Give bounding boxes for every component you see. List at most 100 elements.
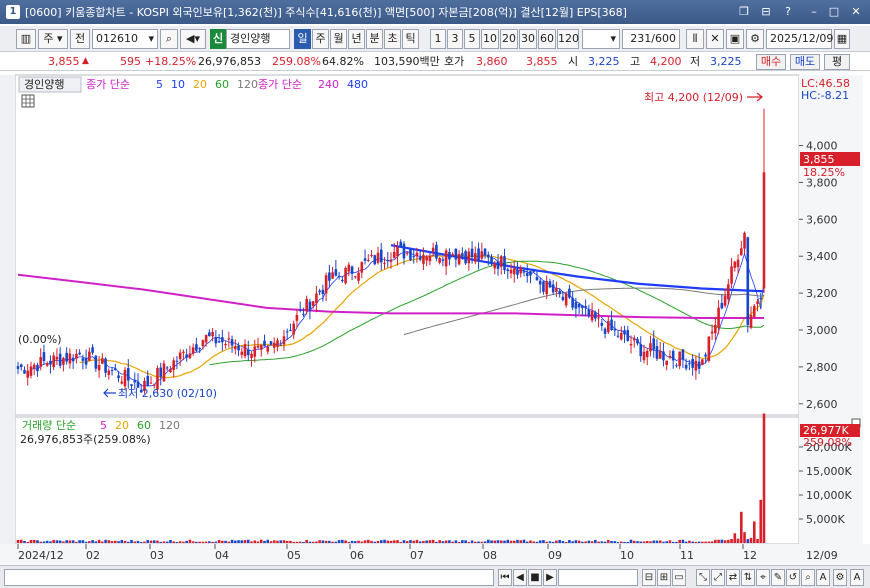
candle-body <box>88 351 91 361</box>
interval-button-3[interactable]: 3 <box>447 29 463 49</box>
interval-button-120[interactable]: 120 <box>557 29 579 49</box>
zoom-slider[interactable] <box>558 569 638 586</box>
zoom-in-icon[interactable]: ⊞ <box>657 569 671 586</box>
volume-bar <box>444 540 448 543</box>
volume-bar <box>146 540 150 543</box>
stock-code-input[interactable]: 012610 ▾ <box>92 29 158 49</box>
search-chart-icon[interactable]: ⌕ <box>801 569 815 586</box>
candle-body <box>237 345 240 351</box>
stop-icon[interactable]: ■ <box>528 569 542 586</box>
volume-bar <box>263 540 266 543</box>
settings-icon[interactable]: ⚙ <box>746 29 764 49</box>
candle-body <box>81 358 85 361</box>
period-button-5[interactable]: 초 <box>384 29 401 49</box>
volume-bar <box>253 540 257 543</box>
tool-icon-2[interactable]: ⤢ <box>711 569 725 586</box>
volume-bar <box>237 540 240 543</box>
volume-bar <box>175 541 179 543</box>
high-label: 고 <box>630 55 641 68</box>
interval-button-5[interactable]: 5 <box>464 29 480 49</box>
buy-button[interactable]: 매수 <box>756 54 786 70</box>
volume-bar <box>480 541 484 543</box>
tool-icon-4[interactable]: ⇅ <box>741 569 755 586</box>
tool-icon-6[interactable]: ✎ <box>771 569 785 586</box>
link-icon[interactable]: ⊟ <box>758 4 774 20</box>
fit-icon[interactable]: ▭ <box>672 569 686 586</box>
volume-bar <box>117 541 120 543</box>
volume-bar <box>75 541 78 543</box>
candle-body <box>185 354 188 358</box>
period-type-select[interactable]: 주 ▾ <box>38 29 68 49</box>
period-button-0[interactable]: 일 <box>294 29 311 49</box>
horizontal-scrollbar[interactable] <box>4 569 494 586</box>
volume-bar <box>240 540 244 543</box>
calendar-icon[interactable]: ▦ <box>834 29 850 49</box>
stock-name-field[interactable]: 경인양행 <box>226 29 290 49</box>
interval-button-20[interactable]: 20 <box>500 29 518 49</box>
blank-select[interactable]: ▾ <box>582 29 620 49</box>
scroll-prev-icon[interactable]: ◀ <box>513 569 527 586</box>
maximize-icon[interactable]: □ <box>826 4 842 20</box>
tool-icon-1[interactable]: ⤡ <box>696 569 710 586</box>
candle-body <box>266 346 270 352</box>
period-button-2[interactable]: 월 <box>330 29 347 49</box>
candle-body <box>451 254 454 256</box>
text-size-icon[interactable]: A <box>816 569 830 586</box>
candle-body <box>172 360 175 371</box>
crosshair-icon[interactable]: ✕ <box>706 29 724 49</box>
candle-body <box>483 248 487 256</box>
candle-body <box>723 295 727 306</box>
volume-bar <box>457 542 461 543</box>
candle-body <box>120 381 124 384</box>
candle-type-icon[interactable]: ⫴ <box>686 29 704 49</box>
scroll-next-icon[interactable]: ▶ <box>543 569 557 586</box>
print-icon[interactable]: A <box>850 569 864 586</box>
close-icon[interactable]: ✕ <box>848 4 864 20</box>
eval-button[interactable]: 평 <box>824 54 850 70</box>
period-button-6[interactable]: 틱 <box>402 29 419 49</box>
date-field[interactable]: 2025/12/09 <box>766 29 833 49</box>
candle-body <box>727 284 730 300</box>
volume-bar <box>623 541 626 543</box>
zoom-out-icon[interactable]: ⊟ <box>642 569 656 586</box>
candle-body <box>626 330 630 341</box>
price-tick-label: 4,000 <box>806 140 838 153</box>
save-icon[interactable]: ▣ <box>726 29 744 49</box>
settings-bottom-icon[interactable]: ⚙ <box>833 569 847 586</box>
volume-bar <box>548 541 552 543</box>
restore-icon[interactable]: ❐ <box>736 4 752 20</box>
speaker-icon[interactable]: ◀▾ <box>180 29 206 49</box>
volume-bar <box>363 540 367 543</box>
interval-button-10[interactable]: 10 <box>481 29 499 49</box>
chart-area[interactable]: 4,000 3,800 3,600 3,400 3,200 3,000 2,800 2,600… <box>0 73 870 565</box>
help-icon[interactable]: ? <box>780 4 796 20</box>
candle-body <box>175 360 179 362</box>
period-button-1[interactable]: 주 <box>312 29 329 49</box>
minimize-icon[interactable]: – <box>806 4 822 20</box>
interval-button-30[interactable]: 30 <box>519 29 537 49</box>
price-volume-chart[interactable]: 4,0003,8003,6003,4003,2003,0002,8002,600… <box>0 73 870 565</box>
candle-body <box>123 369 127 387</box>
candle-body <box>276 340 279 347</box>
prev-button[interactable]: 전 <box>70 29 90 49</box>
volume-bar <box>435 541 438 543</box>
tool-icon-5[interactable]: ⌖ <box>756 569 770 586</box>
period-button-4[interactable]: 분 <box>366 29 383 49</box>
scroll-first-icon[interactable]: ⏮ <box>498 569 512 586</box>
count-field[interactable]: 231/600 <box>622 29 680 49</box>
interval-button-60[interactable]: 60 <box>538 29 556 49</box>
period-button-3[interactable]: 년 <box>348 29 365 49</box>
volume-tick-label: 5,000K <box>806 513 845 526</box>
quote-bid: 3,855 <box>526 55 558 68</box>
interval-button-1[interactable]: 1 <box>430 29 446 49</box>
volume-bar <box>136 540 140 543</box>
search-icon[interactable]: ⌕ <box>160 29 178 49</box>
chart-layout-icon[interactable]: ▥ <box>16 29 36 49</box>
x-tick-label: 05 <box>287 549 301 562</box>
volume-bar <box>42 541 46 543</box>
sell-button[interactable]: 매도 <box>790 54 820 70</box>
reset-icon[interactable]: ↺ <box>786 569 800 586</box>
volume-bar <box>658 540 662 543</box>
volume-bar <box>422 540 425 543</box>
tool-icon-3[interactable]: ⇄ <box>726 569 740 586</box>
